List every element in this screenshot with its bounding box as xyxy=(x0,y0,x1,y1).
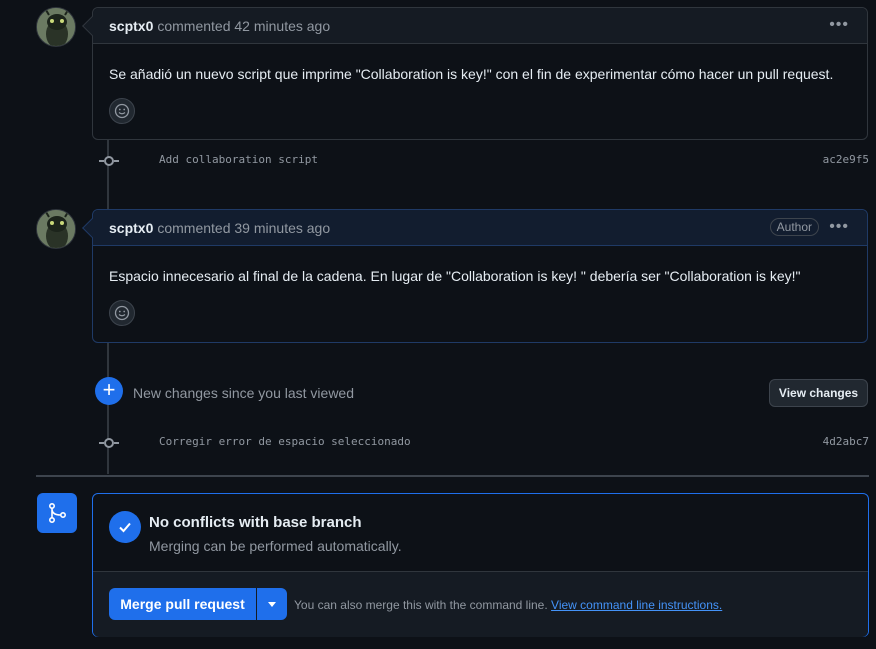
git-merge-icon xyxy=(37,493,77,533)
comment-body: Se añadió un nuevo script que imprime "C… xyxy=(109,66,834,82)
plus-icon: + xyxy=(95,377,123,405)
comment-author[interactable]: scptx0 xyxy=(109,18,153,34)
comment-card: scptx0 commented 39 minutes ago Author •… xyxy=(82,209,868,343)
avatar[interactable] xyxy=(36,7,76,47)
merge-panel: No conflicts with base branch Merging ca… xyxy=(92,493,869,637)
merge-pull-request-button[interactable]: Merge pull request xyxy=(109,588,256,620)
comment-header: scptx0 commented 42 minutes ago ••• xyxy=(82,8,867,44)
new-changes-label: New changes since you last viewed xyxy=(133,385,355,401)
triangle-down-icon xyxy=(268,601,276,607)
git-commit-icon xyxy=(99,438,119,448)
comment-card: scptx0 commented 42 minutes ago ••• Se a… xyxy=(82,7,868,140)
merge-hint-text: You can also merge this with the command… xyxy=(294,598,548,612)
avatar[interactable] xyxy=(36,209,76,249)
merge-status-subtitle: Merging can be performed automatically. xyxy=(149,538,402,554)
command-line-instructions-link[interactable]: View command line instructions. xyxy=(551,598,722,612)
merge-hint: You can also merge this with the command… xyxy=(294,598,722,612)
comment-body: Espacio innecesario al final de la caden… xyxy=(109,268,801,284)
timeline-divider xyxy=(36,475,869,477)
commit-row: Corregir error de espacio seleccionado 4… xyxy=(92,435,869,453)
commit-row: Add collaboration script ac2e9f5 xyxy=(92,153,869,171)
merge-options-dropdown[interactable] xyxy=(257,588,287,620)
commit-message[interactable]: Corregir error de espacio seleccionado xyxy=(159,435,411,448)
smiley-icon[interactable] xyxy=(109,300,135,326)
commit-sha[interactable]: ac2e9f5 xyxy=(823,153,869,166)
commit-message[interactable]: Add collaboration script xyxy=(159,153,318,166)
merge-status-title: No conflicts with base branch xyxy=(149,514,362,531)
view-changes-button[interactable]: View changes xyxy=(769,379,868,407)
kebab-horizontal-icon[interactable]: ••• xyxy=(829,218,849,236)
comment-timestamp[interactable]: commented 39 minutes ago xyxy=(157,220,330,236)
comment-author[interactable]: scptx0 xyxy=(109,220,153,236)
timeline-line xyxy=(107,342,109,474)
commit-sha[interactable]: 4d2abc7 xyxy=(823,435,869,448)
comment-header: scptx0 commented 39 minutes ago Author •… xyxy=(82,210,867,246)
comment-timestamp[interactable]: commented 42 minutes ago xyxy=(157,18,330,34)
git-commit-icon xyxy=(99,156,119,166)
kebab-horizontal-icon[interactable]: ••• xyxy=(829,16,849,34)
merge-footer: Merge pull request You can also merge th… xyxy=(93,571,868,637)
check-icon xyxy=(109,511,141,543)
timeline-line xyxy=(107,140,109,210)
smiley-icon[interactable] xyxy=(109,98,135,124)
author-badge: Author xyxy=(769,218,819,236)
